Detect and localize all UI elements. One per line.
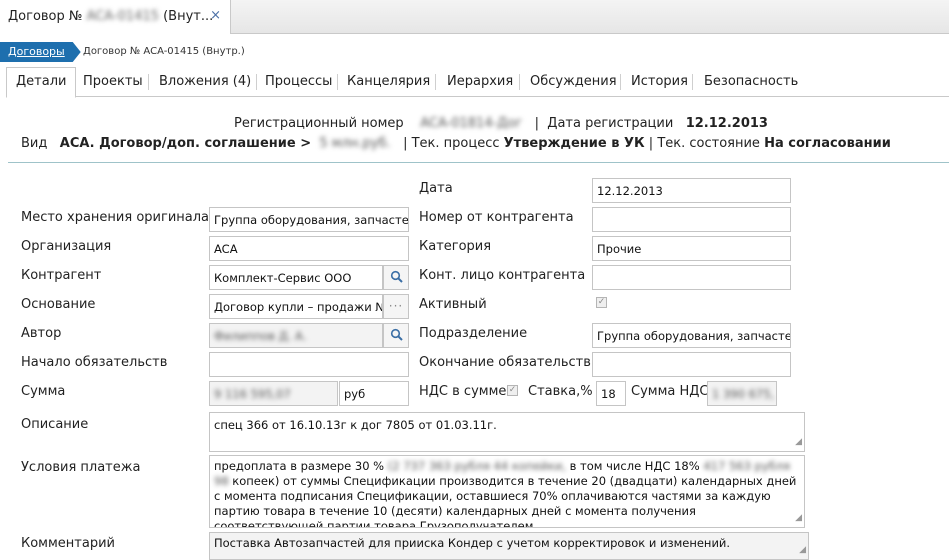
detail-tabs: Детали Проекты Вложения (4) Процессы Кан… xyxy=(6,67,949,98)
division-field[interactable]: Группа оборудования, запчастей xyxy=(592,323,791,348)
kind-value: ACA. Договор/доп. соглашение > xyxy=(59,136,312,151)
contact-person-label: Конт. лицо контрагента xyxy=(419,268,586,283)
organization-label: Организация xyxy=(21,239,112,254)
document-tab-title-prefix: Договор № xyxy=(8,9,83,24)
tab-attachments[interactable]: Вложения (4) xyxy=(159,67,251,97)
resize-grip-icon[interactable]: ◢ xyxy=(799,543,806,558)
currency-field[interactable]: руб xyxy=(339,381,409,406)
breadcrumb: Договоры Договор № ACA-01415 (Внутр.) xyxy=(0,42,949,62)
document-tab-title-hidden: ACA-01415 xyxy=(86,9,159,24)
date-label: Дата xyxy=(419,181,453,196)
category-field[interactable]: Прочие xyxy=(592,236,791,261)
comment-textarea[interactable]: Поставка Автозапчастей для прииска Конде… xyxy=(209,532,809,560)
resize-grip-icon[interactable]: ◢ xyxy=(795,511,802,526)
author-field[interactable]: Филиппов Д. А. xyxy=(209,323,383,348)
vat-rate-field[interactable]: 18 xyxy=(596,381,626,406)
active-checkbox[interactable]: ✓ xyxy=(596,297,607,308)
tab-separator xyxy=(620,74,621,90)
vat-rate-label: Ставка,% xyxy=(528,384,593,399)
tab-separator xyxy=(148,74,149,90)
tab-hierarchy[interactable]: Иерархия xyxy=(447,67,513,97)
tab-separator xyxy=(337,74,338,90)
ellipsis-icon[interactable]: ··· xyxy=(383,294,409,319)
vat-sum-field[interactable]: 1 390 675, xyxy=(707,381,777,406)
search-icon[interactable] xyxy=(383,323,409,348)
tab-separator xyxy=(519,74,520,90)
registration-info: Регистрационный номер ACA-01814-Дог | Да… xyxy=(234,116,768,131)
state-value: На согласовании xyxy=(764,136,891,151)
separator: | xyxy=(534,116,540,131)
payment-text-1: предоплата в размере 30 % xyxy=(214,459,385,473)
process-label: Тек. процесс xyxy=(411,136,500,151)
search-icon[interactable] xyxy=(383,265,409,290)
kind-info: Вид ACA. Договор/доп. соглашение > 5 млн… xyxy=(21,136,891,151)
tab-office[interactable]: Канцелярия xyxy=(347,67,430,97)
kind-label: Вид xyxy=(21,136,48,151)
payment-text-3: копеек) от суммы Спецификации производит… xyxy=(214,474,797,528)
author-label: Автор xyxy=(21,326,62,341)
tab-separator xyxy=(435,74,436,90)
tab-history[interactable]: История xyxy=(631,67,688,97)
end-date-label: Окончание обязательств xyxy=(419,355,591,370)
comment-label: Комментарий xyxy=(21,536,115,551)
description-label: Описание xyxy=(21,417,89,432)
payment-terms-textarea[interactable]: предоплата в размере 30 % (2 737 363 руб… xyxy=(209,455,805,528)
tab-discussions[interactable]: Обсуждения xyxy=(530,67,617,97)
tab-security[interactable]: Безопасность xyxy=(704,67,798,97)
reg-date-value: 12.12.2013 xyxy=(685,116,768,131)
tab-projects[interactable]: Проекты xyxy=(83,67,143,97)
counterparty-label: Контрагент xyxy=(21,268,102,283)
reg-date-label: Дата регистрации xyxy=(547,116,674,131)
document-tab[interactable]: Договор № ACA-01415 (Внут... × xyxy=(0,0,231,34)
category-label: Категория xyxy=(419,239,492,254)
close-icon[interactable]: × xyxy=(210,8,221,23)
separator: | xyxy=(648,136,654,151)
tab-separator xyxy=(256,74,257,90)
tab-details[interactable]: Детали xyxy=(6,67,77,98)
basis-field[interactable]: Договор купли – продажи № xyxy=(209,294,383,319)
author-value: Филиппов Д. А. xyxy=(214,329,307,343)
payment-hidden-1: (2 737 363 рубля 44 копейки, xyxy=(387,459,566,473)
contact-person-field[interactable] xyxy=(592,265,791,290)
reg-number-label: Регистрационный номер xyxy=(234,116,404,131)
date-field[interactable]: 12.12.2013 xyxy=(592,178,791,203)
sum-value: 9 116 595,07 xyxy=(214,387,291,401)
tab-processes[interactable]: Процессы xyxy=(265,67,332,97)
division-label: Подразделение xyxy=(419,326,528,341)
document-tabstrip: Договор № ACA-01415 (Внут... × xyxy=(0,0,949,34)
payment-text-2: в том числе НДС 18% xyxy=(569,459,700,473)
breadcrumb-current: Договор № ACA-01415 (Внутр.) xyxy=(83,46,245,57)
sum-label: Сумма xyxy=(21,384,66,399)
end-date-field[interactable] xyxy=(592,352,791,377)
storage-field[interactable]: Группа оборудования, запчастей xyxy=(209,207,409,232)
start-date-label: Начало обязательств xyxy=(21,355,168,370)
state-label: Тек. состояние xyxy=(657,136,760,151)
counterparty-number-label: Номер от контрагента xyxy=(419,210,574,225)
reg-number-value: ACA-01814-Дог xyxy=(420,116,523,131)
organization-field[interactable]: ACA xyxy=(209,236,409,261)
description-textarea[interactable]: спец 366 от 16.10.13г к дог 7805 от 01.0… xyxy=(209,412,805,452)
process-value: Утверждение в УК xyxy=(503,136,645,151)
tab-separator xyxy=(692,74,693,90)
kind-hidden-value: 5 млн.руб. xyxy=(319,136,391,151)
breadcrumb-link-contracts[interactable]: Договоры xyxy=(0,42,81,62)
basis-label: Основание xyxy=(21,297,96,312)
counterparty-field[interactable]: Комплект-Сервис ООО xyxy=(209,265,383,290)
payment-terms-label: Условия платежа xyxy=(21,460,141,475)
vat-in-sum-checkbox[interactable]: ✓ xyxy=(507,385,518,396)
description-text: спец 366 от 16.10.13г к дог 7805 от 01.0… xyxy=(214,418,497,432)
separator: | xyxy=(403,136,408,151)
storage-label: Место хранения оригинала xyxy=(21,210,210,225)
document-tab-title-suffix: (Внут... xyxy=(163,9,214,24)
vat-sum-value: 1 390 675, xyxy=(712,387,775,401)
counterparty-number-field[interactable] xyxy=(592,207,791,232)
comment-text: Поставка Автозапчастей для прииска Конде… xyxy=(214,536,731,550)
active-label: Активный xyxy=(419,297,487,312)
header-divider xyxy=(8,162,949,163)
vat-sum-label: Сумма НДС xyxy=(631,384,709,399)
sum-field[interactable]: 9 116 595,07 xyxy=(209,381,338,406)
start-date-field[interactable] xyxy=(209,352,409,377)
vat-in-sum-label: НДС в сумме xyxy=(419,384,507,399)
resize-grip-icon[interactable]: ◢ xyxy=(795,435,802,450)
